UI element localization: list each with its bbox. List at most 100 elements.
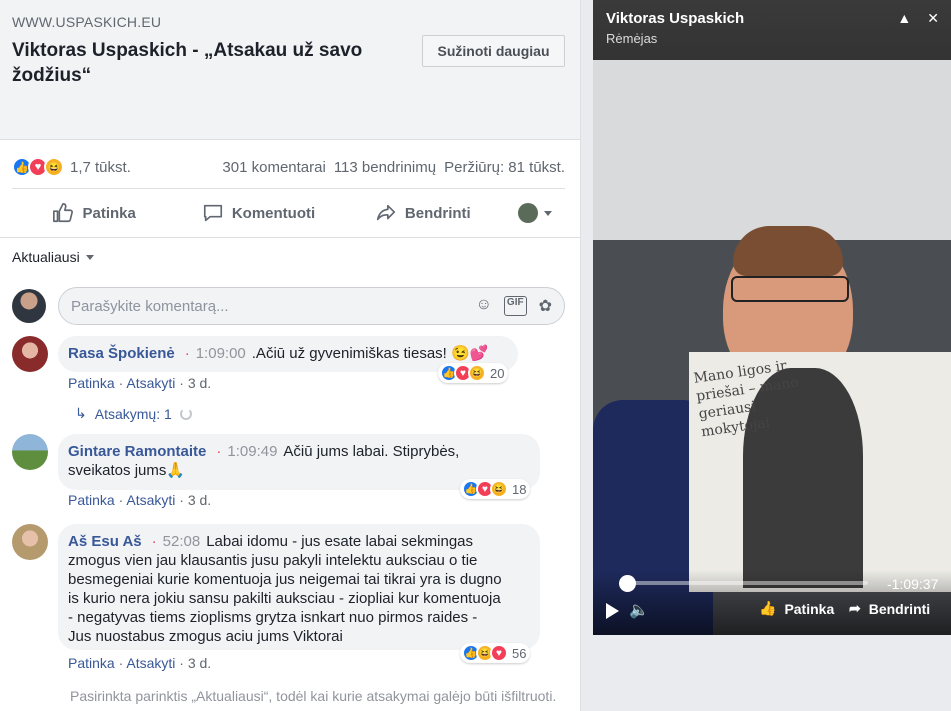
comment-like-link[interactable]: Patinka bbox=[68, 375, 115, 391]
progress-bar[interactable] bbox=[628, 581, 868, 585]
video-like-button[interactable]: 👍 Patinka bbox=[759, 600, 834, 617]
love-reaction-icon: ♥ bbox=[490, 644, 508, 662]
comment-text-line: Labai idomu - jus esate labai sekmingas bbox=[206, 533, 474, 550]
comment-text-line: is kurio nera jokiu sansu pakilti auksci… bbox=[68, 590, 501, 607]
chevron-down-icon bbox=[543, 210, 552, 216]
separator-dot: · bbox=[184, 345, 190, 362]
comment-bubble: Aš Esu Aš · 52:08 Labai idomu - jus esate l… bbox=[58, 524, 540, 650]
like-button[interactable]: Patinka bbox=[12, 202, 176, 224]
commenter-avatar[interactable] bbox=[12, 336, 48, 372]
shares-count[interactable]: 113 bendrinimų bbox=[334, 159, 436, 176]
link-domain: WWW.USPASKICH.EU bbox=[12, 14, 162, 30]
comment-input[interactable]: Parašykite komentarą... ☺ GIF ✿ bbox=[58, 287, 565, 325]
comment-reply-link[interactable]: Atsakyti bbox=[126, 655, 175, 671]
comment-age[interactable]: 3 d. bbox=[188, 655, 211, 671]
comment-like-link[interactable]: Patinka bbox=[68, 655, 115, 671]
comment-timestamp[interactable]: 1:09:00 bbox=[196, 345, 246, 362]
learn-more-button[interactable]: Sužinoti daugiau bbox=[422, 35, 565, 67]
comment-timestamp[interactable]: 52:08 bbox=[163, 533, 201, 550]
view-replies-link[interactable]: ↳ Atsakymų: 1 bbox=[75, 405, 192, 422]
close-icon[interactable]: ✕ bbox=[927, 10, 939, 27]
video-author-name[interactable]: Viktoras Uspaskich bbox=[606, 10, 744, 27]
separator-dot: · bbox=[151, 533, 157, 550]
reply-arrow-icon: ↳ bbox=[75, 405, 87, 421]
reaction-count: 18 bbox=[512, 481, 527, 497]
link-preview[interactable]: WWW.USPASKICH.EU Viktoras Uspaskich - „A… bbox=[0, 0, 580, 140]
comment-reply-link[interactable]: Atsakyti bbox=[126, 375, 175, 391]
chevron-down-icon bbox=[85, 254, 94, 260]
emoji-icon[interactable]: ☺ bbox=[476, 296, 492, 316]
reaction-count[interactable]: 1,7 tūkst. bbox=[70, 159, 131, 176]
comment-text-line: Ačiū jums labai. Stiprybės, bbox=[283, 443, 460, 460]
comment-age[interactable]: 3 d. bbox=[188, 492, 211, 508]
post-actions: Patinka Komentuoti Bendrinti bbox=[12, 189, 565, 237]
video-like-label: Patinka bbox=[784, 600, 835, 617]
divider bbox=[0, 237, 580, 238]
video-share-button[interactable]: ➦ Bendrinti bbox=[849, 600, 930, 617]
comments-count[interactable]: 301 komentarai bbox=[222, 159, 325, 176]
video-share-label: Bendrinti bbox=[868, 600, 931, 617]
share-arrow-icon bbox=[376, 204, 395, 221]
thumbs-up-icon: 👍 bbox=[759, 600, 777, 616]
comment-author[interactable]: Gintare Ramontaite bbox=[68, 443, 206, 460]
comment-text-line: sveikatos jums🙏 bbox=[68, 462, 186, 479]
share-arrow-icon: ➦ bbox=[849, 600, 861, 616]
reaction-count: 20 bbox=[490, 365, 505, 381]
comment-reactions[interactable]: 👍 😆 ♥ 56 bbox=[460, 643, 531, 663]
video-frame-hair bbox=[733, 226, 843, 276]
post-panel: WWW.USPASKICH.EU Viktoras Uspaskich - „A… bbox=[0, 0, 580, 711]
page: WWW.USPASKICH.EU Viktoras Uspaskich - „A… bbox=[0, 0, 951, 711]
collapse-icon[interactable]: ▲ bbox=[897, 10, 911, 27]
separator-dot: · bbox=[216, 443, 222, 460]
panel-divider bbox=[580, 0, 581, 711]
haha-reaction-icon: 😆 bbox=[490, 480, 508, 498]
comment-text-line: besmegeniai kurie komentuoja jus neigema… bbox=[68, 571, 502, 588]
commenter-avatar[interactable] bbox=[12, 434, 48, 470]
comment-author[interactable]: Rasa Špokienė bbox=[68, 345, 175, 362]
comment-reactions[interactable]: 👍 ♥ 😆 20 bbox=[438, 363, 509, 383]
comment-age[interactable]: 3 d. bbox=[188, 375, 211, 391]
filter-notice: Pasirinkta parinktis „Aktualiausi“, todė… bbox=[70, 688, 557, 704]
reaction-summary[interactable]: 👍 ♥ 😆 1,7 tūkst. bbox=[12, 157, 131, 177]
comment-reply-link[interactable]: Atsakyti bbox=[126, 492, 175, 508]
comment-button[interactable]: Komentuoti bbox=[176, 202, 340, 224]
comment: Rasa Špokienė · 1:09:00 .Ačiū už gyvenimišk… bbox=[12, 336, 565, 396]
loading-spinner-icon bbox=[179, 407, 192, 420]
comment: Gintare Ramontaite · 1:09:49 Ačiū jums laba… bbox=[12, 434, 565, 514]
views-count: Peržiūrų: 81 tūkst. bbox=[444, 158, 565, 176]
comment-author[interactable]: Aš Esu Aš bbox=[68, 533, 142, 550]
post-as-selector[interactable] bbox=[505, 203, 565, 223]
comment-meta: Patinka · Atsakyti · 3 d. bbox=[68, 492, 212, 508]
comment-text-line: zmogus vien jau klausantis jusu pakyli i… bbox=[68, 552, 478, 569]
book-title: Mano ligos ir priešai – mano geriausi mo… bbox=[692, 357, 800, 441]
video-frame-glasses bbox=[731, 276, 849, 302]
time-remaining: -1:09:37 bbox=[887, 576, 939, 592]
play-icon[interactable] bbox=[606, 603, 619, 619]
comment-meta: Patinka · Atsakyti · 3 d. bbox=[68, 655, 212, 671]
post-stats: 👍 ♥ 😆 1,7 tūkst. 301 komentarai 113 bend… bbox=[12, 152, 565, 182]
user-avatar bbox=[12, 289, 46, 323]
replies-count: Atsakymų: 1 bbox=[94, 405, 172, 422]
link-title[interactable]: Viktoras Uspaskich - „Atsakau už savo žo… bbox=[12, 38, 392, 88]
share-label: Bendrinti bbox=[404, 204, 471, 222]
comment-text: .Ačiū už gyvenimiškas tiesas! 😉💕 bbox=[251, 345, 489, 362]
gif-icon[interactable]: GIF bbox=[503, 296, 527, 316]
comment-label: Komentuoti bbox=[231, 204, 316, 222]
progress-handle[interactable] bbox=[619, 575, 636, 592]
comment-text-line: Jus nuostabus zmogus aciu jums Viktorai bbox=[68, 628, 343, 645]
volume-icon[interactable]: 🔈 bbox=[629, 600, 649, 620]
commenter-avatar[interactable] bbox=[12, 524, 48, 560]
haha-reaction-icon: 😆 bbox=[468, 364, 486, 382]
comment-meta: Patinka · Atsakyti · 3 d. bbox=[68, 375, 212, 391]
comment-sort-dropdown[interactable]: Aktualiausi bbox=[12, 249, 94, 265]
thumbs-up-icon bbox=[53, 203, 74, 223]
comment-reactions[interactable]: 👍 ♥ 😆 18 bbox=[460, 479, 531, 499]
comment-text-line: - negatyvas tiems zioplisms grytza isnka… bbox=[68, 609, 478, 626]
video-player[interactable]: Mano ligos ir priešai – mano geriausi mo… bbox=[593, 0, 951, 635]
share-button[interactable]: Bendrinti bbox=[341, 202, 505, 224]
like-label: Patinka bbox=[82, 204, 136, 222]
video-header-bg bbox=[593, 0, 951, 60]
comment-timestamp[interactable]: 1:09:49 bbox=[227, 443, 277, 460]
sticker-icon[interactable]: ✿ bbox=[539, 296, 552, 316]
comment-like-link[interactable]: Patinka bbox=[68, 492, 115, 508]
